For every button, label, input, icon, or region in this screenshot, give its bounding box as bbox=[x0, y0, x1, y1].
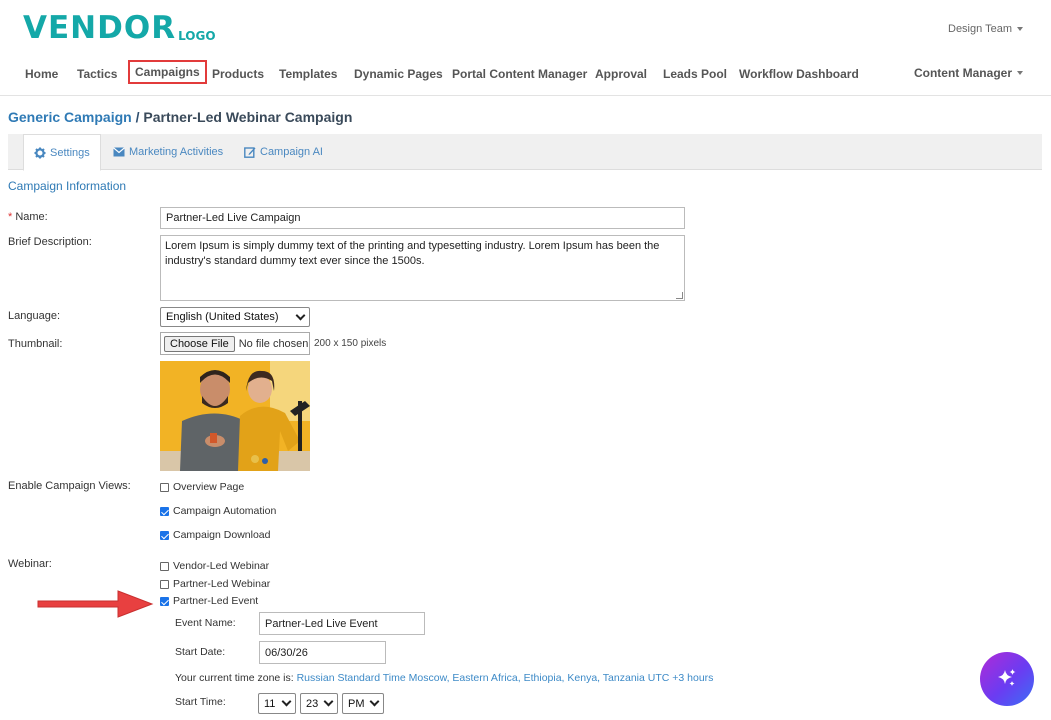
tab-settings-label: Settings bbox=[50, 146, 90, 159]
envelope-icon bbox=[113, 147, 125, 157]
nav-approval[interactable]: Approval bbox=[595, 66, 647, 82]
section-title: Campaign Information bbox=[8, 179, 127, 193]
choose-file-button[interactable]: Choose File bbox=[164, 335, 235, 352]
breadcrumb-separator: / bbox=[131, 109, 144, 125]
timezone-prefix: Your current time zone is: bbox=[175, 672, 297, 684]
logo-text: VENDOR bbox=[23, 10, 177, 46]
tab-settings[interactable]: Settings bbox=[23, 134, 101, 171]
file-status: No file chosen bbox=[238, 337, 309, 350]
chevron-down-icon bbox=[323, 696, 334, 707]
breadcrumb: Generic Campaign / Partner-Led Webinar C… bbox=[8, 109, 352, 125]
start-date-label: Start Date: bbox=[175, 646, 226, 658]
timezone-link[interactable]: Russian Standard Time Moscow, Eastern Af… bbox=[297, 672, 714, 684]
chevron-down-icon bbox=[369, 696, 380, 707]
vendor-logo[interactable]: VENDOR LOGO bbox=[23, 11, 216, 45]
nav-leads-pool[interactable]: Leads Pool bbox=[663, 66, 727, 82]
checkbox-checked-icon[interactable] bbox=[160, 596, 169, 606]
chevron-down-icon bbox=[1017, 27, 1023, 31]
start-hour-value: 11 bbox=[264, 697, 276, 710]
user-menu-label: Design Team bbox=[948, 23, 1012, 35]
nav-campaigns[interactable]: Campaigns bbox=[128, 60, 207, 84]
thumbnail-label: Thumbnail: bbox=[8, 338, 63, 350]
checkbox-campaign-automation[interactable]: Campaign Automation bbox=[160, 505, 276, 517]
checkbox-icon[interactable] bbox=[160, 579, 169, 589]
annotation-arrow-icon bbox=[36, 587, 156, 624]
start-date-input[interactable]: 06/30/26 bbox=[259, 641, 386, 664]
user-menu[interactable]: Design Team bbox=[948, 23, 1023, 35]
name-label-text: Name: bbox=[12, 211, 48, 223]
tab-marketing-activities[interactable]: Marketing Activities bbox=[103, 134, 233, 170]
campaign-views-label: Enable Campaign Views: bbox=[8, 480, 131, 492]
checkbox-icon[interactable] bbox=[160, 482, 169, 492]
nav-workflow-dashboard[interactable]: Workflow Dashboard bbox=[739, 66, 859, 82]
checkbox-label: Campaign Download bbox=[173, 529, 271, 541]
event-name-input[interactable]: Partner-Led Live Event bbox=[259, 612, 425, 635]
webinar-label: Webinar: bbox=[8, 558, 52, 570]
breadcrumb-current: Partner-Led Webinar Campaign bbox=[143, 109, 353, 125]
checkbox-checked-icon[interactable] bbox=[160, 530, 169, 540]
language-value: English (United States) bbox=[166, 311, 279, 323]
edit-icon bbox=[244, 146, 256, 158]
nav-portal-content-manager[interactable]: Portal Content Manager bbox=[452, 66, 587, 82]
description-label: Brief Description: bbox=[8, 236, 92, 248]
tab-campaign-ai[interactable]: Campaign AI bbox=[234, 134, 333, 170]
resize-handle-icon[interactable] bbox=[676, 292, 683, 299]
checkbox-campaign-download[interactable]: Campaign Download bbox=[160, 529, 270, 541]
language-select[interactable]: English (United States) bbox=[160, 307, 310, 327]
start-ampm-value: PM bbox=[348, 697, 365, 710]
breadcrumb-parent-link[interactable]: Generic Campaign bbox=[8, 109, 132, 125]
checkbox-icon[interactable] bbox=[160, 561, 169, 571]
checkbox-label: Vendor-Led Webinar bbox=[173, 560, 270, 572]
timezone-info: Your current time zone is: Russian Stand… bbox=[175, 672, 713, 684]
nav-home[interactable]: Home bbox=[25, 66, 58, 82]
start-minute-value: 23 bbox=[306, 697, 319, 710]
description-text: Lorem Ipsum is simply dummy text of the … bbox=[165, 240, 660, 267]
nav-tactics[interactable]: Tactics bbox=[77, 66, 117, 82]
language-label: Language: bbox=[8, 310, 60, 322]
checkbox-partner-led-webinar[interactable]: Partner-Led Webinar bbox=[160, 578, 270, 590]
name-label: * Name: bbox=[8, 211, 48, 223]
event-name-label: Event Name: bbox=[175, 617, 236, 629]
name-input[interactable]: Partner-Led Live Campaign bbox=[160, 207, 685, 229]
tab-campaign-ai-label: Campaign AI bbox=[260, 146, 323, 158]
checkbox-label: Overview Page bbox=[173, 481, 245, 493]
thumbnail-hint: 200 x 150 pixels bbox=[314, 338, 387, 349]
checkbox-label: Partner-Led Event bbox=[173, 595, 259, 607]
logo-subtext: LOGO bbox=[178, 29, 216, 43]
start-hour-select[interactable]: 11 bbox=[258, 693, 296, 714]
nav-content-manager[interactable]: Content Manager bbox=[914, 66, 1023, 80]
nav-content-manager-label: Content Manager bbox=[913, 66, 1012, 80]
ai-assistant-button[interactable] bbox=[980, 652, 1034, 706]
tab-bar: Settings Marketing Activities Campaign A… bbox=[8, 134, 1042, 171]
checkbox-vendor-led-webinar[interactable]: Vendor-Led Webinar bbox=[160, 560, 269, 572]
start-time-label: Start Time: bbox=[175, 696, 226, 708]
start-minute-select[interactable]: 23 bbox=[300, 693, 338, 714]
thumbnail-file-input[interactable]: Choose File No file chosen bbox=[160, 332, 310, 355]
description-textarea[interactable]: Lorem Ipsum is simply dummy text of the … bbox=[160, 235, 685, 301]
checkbox-label: Campaign Automation bbox=[173, 505, 277, 517]
chevron-down-icon bbox=[1017, 71, 1023, 75]
checkbox-partner-led-event[interactable]: Partner-Led Event bbox=[160, 595, 258, 607]
nav-products[interactable]: Products bbox=[212, 66, 264, 82]
checkbox-checked-icon[interactable] bbox=[160, 506, 169, 516]
start-ampm-select[interactable]: PM bbox=[342, 693, 384, 714]
thumbnail-preview-image bbox=[160, 361, 352, 471]
checkbox-label: Partner-Led Webinar bbox=[173, 578, 271, 590]
chevron-down-icon bbox=[295, 310, 306, 320]
gear-icon bbox=[34, 147, 46, 159]
nav-dynamic-pages[interactable]: Dynamic Pages bbox=[354, 66, 443, 82]
sparkle-icon bbox=[996, 667, 1018, 692]
nav-templates[interactable]: Templates bbox=[279, 66, 337, 82]
chevron-down-icon bbox=[281, 696, 292, 707]
tab-marketing-activities-label: Marketing Activities bbox=[129, 146, 224, 158]
checkbox-overview-page[interactable]: Overview Page bbox=[160, 481, 244, 493]
top-navigation: Home Tactics Campaigns Products Template… bbox=[0, 58, 1051, 96]
